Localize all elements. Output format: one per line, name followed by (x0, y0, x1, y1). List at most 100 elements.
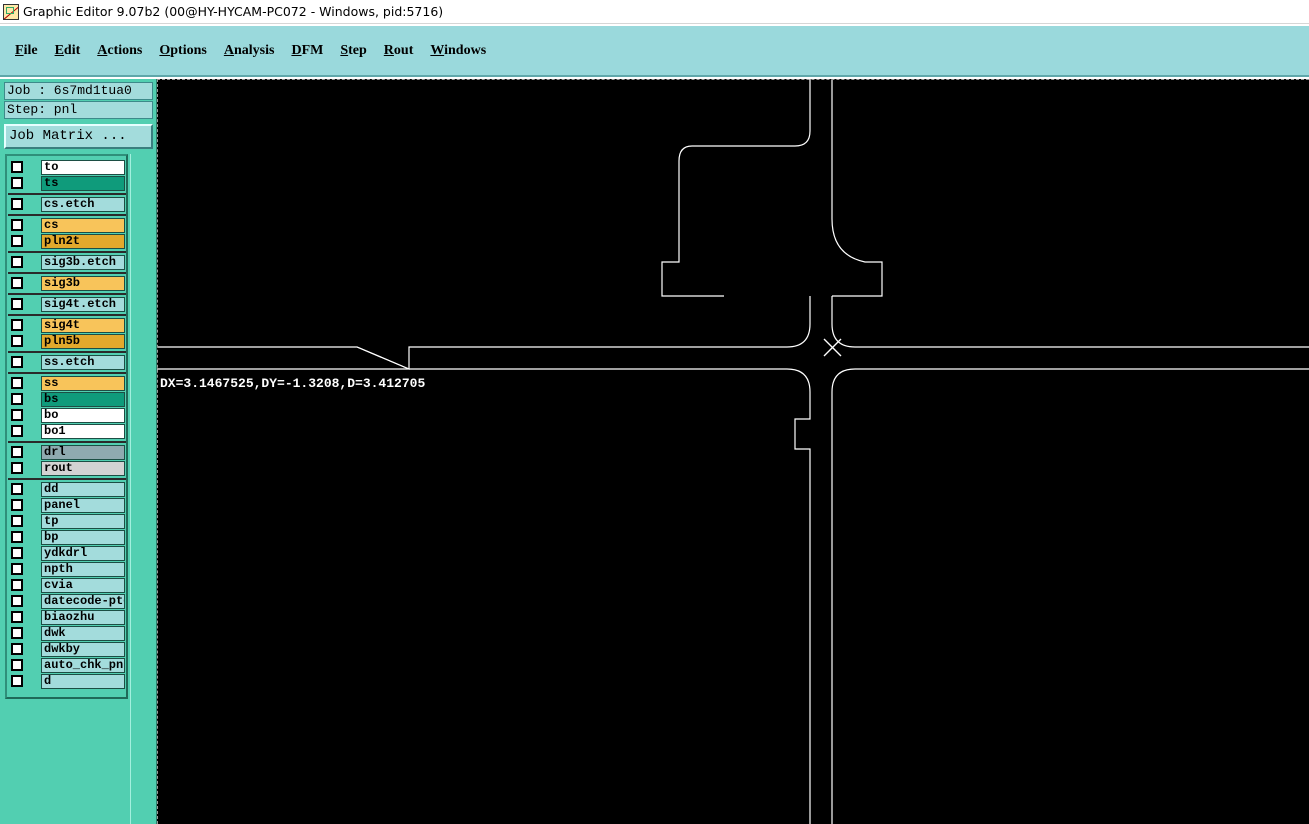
layer-checkbox[interactable] (11, 235, 23, 247)
layer-group-divider (8, 351, 126, 353)
layer-checkbox[interactable] (11, 659, 23, 671)
menu-windows[interactable]: Windows (430, 43, 486, 59)
layer-name[interactable]: tp (41, 514, 125, 529)
layer-row: ss.etch (8, 355, 126, 370)
layer-checkbox[interactable] (11, 277, 23, 289)
layer-name[interactable]: ss.etch (41, 355, 125, 370)
layer-checkbox[interactable] (11, 161, 23, 173)
layer-checkbox[interactable] (11, 446, 23, 458)
trace-outline (831, 79, 883, 297)
layer-name[interactable]: ydkdrl (41, 546, 125, 561)
layer-name[interactable]: sig3b (41, 276, 125, 291)
trace-outline (831, 368, 1309, 824)
layer-checkbox[interactable] (11, 256, 23, 268)
menu-file[interactable]: File (15, 43, 38, 59)
layer-name[interactable]: rout (41, 461, 125, 476)
layer-checkbox[interactable] (11, 319, 23, 331)
layer-checkbox[interactable] (11, 515, 23, 527)
layer-name[interactable]: d (41, 674, 125, 689)
layer-checkbox[interactable] (11, 177, 23, 189)
layer-checkbox[interactable] (11, 219, 23, 231)
layer-checkbox[interactable] (11, 377, 23, 389)
graphic-canvas[interactable]: DX=3.1467525,DY=-1.3208,D=3.412705 (157, 79, 1309, 824)
layer-name[interactable]: cvia (41, 578, 125, 593)
layer-row: auto_chk_pnl (8, 658, 126, 673)
layer-group-divider (8, 293, 126, 295)
menu-mnemonic: F (15, 42, 24, 58)
job-label: Job : 6s7md1tua0 (4, 82, 153, 100)
menu-actions[interactable]: Actions (97, 43, 142, 59)
layer-row: ss (8, 376, 126, 391)
layer-checkbox[interactable] (11, 547, 23, 559)
menu-label-rest: FM (301, 42, 324, 58)
layer-name[interactable]: bp (41, 530, 125, 545)
layer-checkbox[interactable] (11, 595, 23, 607)
layer-checkbox[interactable] (11, 356, 23, 368)
menu-bar: File Edit Actions Options Analysis DFM Step Rou… (0, 25, 1309, 77)
layer-checkbox[interactable] (11, 579, 23, 591)
menu-edit[interactable]: Edit (55, 43, 81, 59)
menu-rout[interactable]: Rout (384, 43, 414, 59)
layer-name[interactable]: biaozhu (41, 610, 125, 625)
layer-checkbox[interactable] (11, 393, 23, 405)
menu-options[interactable]: Options (159, 43, 206, 59)
layer-row: sig3b (8, 276, 126, 291)
layer-name[interactable]: drl (41, 445, 125, 460)
layer-checkbox[interactable] (11, 483, 23, 495)
layer-checkbox[interactable] (11, 425, 23, 437)
layer-row: to (8, 160, 126, 175)
layer-name[interactable]: dd (41, 482, 125, 497)
layer-checkbox[interactable] (11, 499, 23, 511)
menu-step[interactable]: Step (340, 43, 366, 59)
layer-checkbox[interactable] (11, 335, 23, 347)
layer-checkbox[interactable] (11, 409, 23, 421)
layer-name[interactable]: panel (41, 498, 125, 513)
layer-name[interactable]: dwkby (41, 642, 125, 657)
menu-label-rest: tep (348, 42, 367, 58)
layer-list-scrollbar[interactable] (130, 154, 154, 824)
layer-name[interactable]: dwk (41, 626, 125, 641)
layer-name[interactable]: pln5b (41, 334, 125, 349)
trace-outline (356, 346, 410, 370)
layer-name[interactable]: pln2t (41, 234, 125, 249)
layer-name[interactable]: bo (41, 408, 125, 423)
layer-checkbox[interactable] (11, 627, 23, 639)
layer-checkbox[interactable] (11, 675, 23, 687)
step-label: Step: pnl (4, 101, 153, 119)
layer-checkbox[interactable] (11, 563, 23, 575)
layer-checkbox[interactable] (11, 298, 23, 310)
layer-name[interactable]: cs (41, 218, 125, 233)
layer-name[interactable]: sig4t.etch (41, 297, 125, 312)
layer-checkbox[interactable] (11, 462, 23, 474)
layer-name[interactable]: to (41, 160, 125, 175)
menu-mnemonic: O (159, 42, 171, 58)
layer-name[interactable]: cs.etch (41, 197, 125, 212)
layer-row: bo1 (8, 424, 126, 439)
layer-name[interactable]: sig4t (41, 318, 125, 333)
layer-name[interactable]: sig3b.etch (41, 255, 125, 270)
layer-row: rout (8, 461, 126, 476)
layer-name[interactable]: ss (41, 376, 125, 391)
menu-mnemonic: W (430, 42, 445, 58)
menu-label-rest: out (393, 42, 414, 58)
layer-name[interactable]: datecode-ptd (41, 594, 125, 609)
layer-group-divider (8, 214, 126, 216)
menu-mnemonic: R (383, 42, 394, 58)
menu-analysis[interactable]: Analysis (224, 43, 275, 59)
layer-checkbox[interactable] (11, 531, 23, 543)
layer-name[interactable]: auto_chk_pnl (41, 658, 125, 673)
layer-checkbox[interactable] (11, 643, 23, 655)
layer-name[interactable]: npth (41, 562, 125, 577)
left-panel: Job : 6s7md1tua0 Step: pnl Job Matrix ..… (0, 79, 157, 824)
layer-name[interactable]: bo1 (41, 424, 125, 439)
layer-name[interactable]: ts (41, 176, 125, 191)
layer-checkbox[interactable] (11, 198, 23, 210)
layer-name[interactable]: bs (41, 392, 125, 407)
layer-checkbox[interactable] (11, 611, 23, 623)
window-title: Graphic Editor 9.07b2 (00@HY-HYCAM-PC072… (23, 4, 444, 19)
job-matrix-button[interactable]: Job Matrix ... (4, 124, 153, 149)
layer-row: cs (8, 218, 126, 233)
trace-outline (157, 368, 811, 824)
menu-dfm[interactable]: DFM (291, 43, 323, 59)
menu-mnemonic: A (223, 42, 234, 58)
